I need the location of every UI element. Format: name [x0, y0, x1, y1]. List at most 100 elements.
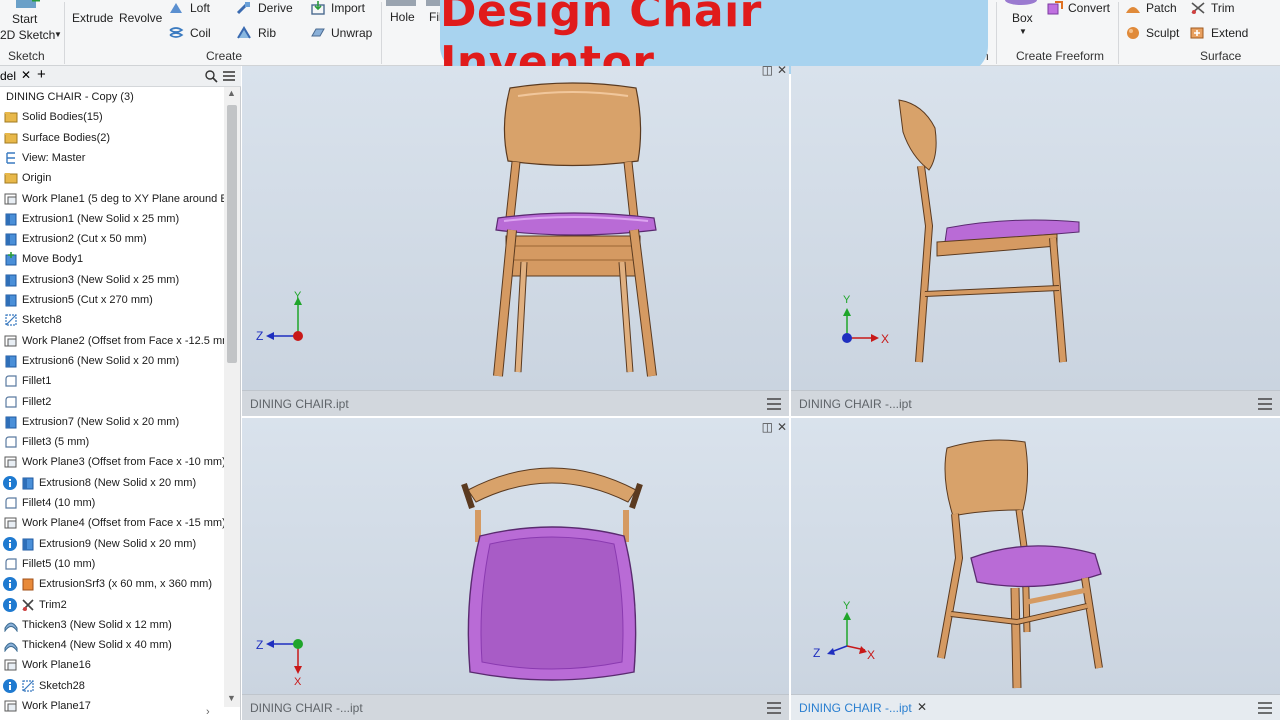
viewport-iso[interactable]: Y X Z DINING CHAIR -...ipt ✕: [791, 418, 1280, 720]
browser-tab-model[interactable]: del: [0, 69, 16, 83]
coil-button[interactable]: Coil: [190, 26, 211, 40]
tree-item-label: Extrusion5 (Cut x 270 mm): [22, 294, 153, 306]
sculpt-icon: [1127, 27, 1139, 39]
close-icon[interactable]: ✕: [917, 700, 927, 714]
tree-item-label: ExtrusionSrf3 (x 60 mm, x 360 mm): [39, 578, 212, 591]
sculpt-button[interactable]: Sculpt: [1146, 26, 1179, 40]
add-tab-icon[interactable]: +: [37, 66, 46, 83]
2d-sketch-button[interactable]: 2D Sketch: [0, 28, 55, 42]
box-button[interactable]: Box: [1012, 11, 1033, 25]
tree-item-label: Extrusion8 (New Solid x 20 mm): [39, 476, 197, 489]
convert-button[interactable]: Convert: [1068, 1, 1110, 15]
import-button[interactable]: Import: [331, 1, 365, 15]
ribbon-separator: [996, 2, 997, 64]
extend-icon: [1190, 27, 1204, 39]
viewport-tab-label[interactable]: DINING CHAIR -...ipt: [799, 701, 912, 715]
sketch-group-label: Sketch: [8, 49, 45, 63]
menu-icon[interactable]: [223, 71, 235, 82]
viewport-top[interactable]: ◫ ✕ Z X DINING CHAIR -...ipt: [242, 418, 789, 720]
tree-item-label: Fillet1: [22, 375, 52, 388]
menu-icon[interactable]: [767, 398, 781, 410]
viewport-tab-label[interactable]: DINING CHAIR -...ipt: [250, 701, 363, 715]
tree-item-label: Extrusion7 (New Solid x 20 mm): [22, 415, 180, 428]
viewport-tab-label[interactable]: DINING CHAIR.ipt: [250, 397, 349, 411]
extrusion-icon: [22, 538, 34, 551]
unwrap-icon: [311, 28, 325, 37]
tree-item-label: Work Plane2 (Offset from Face x -12.5 mm: [22, 334, 224, 347]
tree-item-label: Surface Bodies(2): [22, 131, 111, 144]
chair-front-view: [493, 82, 657, 377]
scroll-right-icon[interactable]: ›: [206, 706, 210, 718]
extrusion-icon: [5, 233, 17, 246]
info-icon[interactable]: [3, 577, 17, 592]
ribbon-separator: [381, 2, 382, 64]
start-sketch-label[interactable]: Start: [12, 12, 37, 26]
workplane-icon: [4, 456, 17, 468]
extend-button[interactable]: Extend: [1211, 26, 1248, 40]
info-icon[interactable]: [3, 597, 17, 612]
tree-item-label: Fillet5 (10 mm): [22, 557, 96, 570]
tree-item-label: Move Body1: [22, 253, 84, 266]
folder-icon: [4, 173, 18, 184]
info-icon[interactable]: [3, 536, 17, 551]
viewport-tab[interactable]: DINING CHAIR -...ipt: [242, 694, 789, 720]
convert-icon: [1047, 1, 1063, 15]
workplane-icon: [4, 700, 17, 712]
workplane-icon: [4, 335, 17, 347]
axis-label-x: X: [867, 648, 876, 662]
chevron-down-icon[interactable]: ▼: [1019, 27, 1027, 36]
loft-button[interactable]: Loft: [190, 1, 210, 15]
create-group-label: Create: [206, 49, 243, 63]
workplane-icon: [4, 517, 17, 529]
hole-button[interactable]: Hole: [390, 10, 415, 24]
viewport-tab[interactable]: DINING CHAIR -...ipt: [791, 390, 1280, 416]
viewport-side[interactable]: Y X DINING CHAIR -...ipt: [791, 66, 1280, 416]
axis-label-y: Y: [843, 600, 851, 612]
derive-button[interactable]: Derive: [258, 1, 293, 15]
tree-item-label: Work Plane3 (Offset from Face x -10 mm): [22, 456, 224, 469]
axis-label-x: X: [881, 332, 890, 346]
create-freeform-group-label: Create Freeform: [1016, 49, 1105, 63]
viewport-tab[interactable]: DINING CHAIR.ipt: [242, 390, 789, 416]
tree-item-label: Thicken4 (New Solid x 40 mm): [22, 639, 172, 652]
viewport-front[interactable]: ◫ ✕ Y Z DINING CHAIR.ipt: [242, 66, 789, 416]
model-tree: DINING CHAIR - Copy (3) Solid Bodies(15) S…: [0, 87, 224, 720]
search-icon[interactable]: [205, 70, 218, 83]
axis-label-x: X: [294, 676, 302, 688]
rib-button[interactable]: Rib: [258, 26, 276, 40]
tree-item-label: Sketch28: [39, 679, 85, 692]
info-icon[interactable]: [3, 475, 17, 490]
folder-icon: [4, 112, 18, 123]
move-icon: [5, 252, 17, 266]
menu-icon[interactable]: [767, 702, 781, 714]
extrusion-icon: [5, 355, 17, 368]
trim-button[interactable]: Trim: [1211, 1, 1235, 15]
fillet-icon: [5, 375, 17, 387]
revolve-button[interactable]: Revolve: [119, 11, 162, 25]
axis-label-z: Z: [256, 638, 264, 652]
tree-item-label: Origin: [22, 172, 52, 185]
info-icon[interactable]: [3, 678, 17, 693]
menu-icon[interactable]: [1258, 398, 1272, 410]
browser-scrollbar[interactable]: ▲ ▼: [224, 87, 240, 707]
axis-label-z: Z: [256, 329, 264, 343]
scroll-thumb[interactable]: [227, 105, 237, 363]
scroll-down-icon[interactable]: ▼: [227, 693, 236, 703]
chevron-down-icon[interactable]: ▼: [54, 30, 62, 39]
tree-item-label: Extrusion6 (New Solid x 20 mm): [22, 354, 180, 367]
extrusion-icon: [5, 294, 17, 307]
close-icon[interactable]: ✕: [21, 68, 31, 82]
ribbon-separator: [64, 2, 65, 64]
viewport-tab-active[interactable]: DINING CHAIR -...ipt ✕: [791, 694, 1280, 720]
patch-button[interactable]: Patch: [1146, 1, 1177, 15]
viewport-tab-label[interactable]: DINING CHAIR -...ipt: [799, 397, 912, 411]
tree-item-label: Trim2: [39, 598, 67, 611]
coil-icon: [169, 27, 184, 38]
scroll-up-icon[interactable]: ▲: [227, 88, 236, 98]
unwrap-button[interactable]: Unwrap: [331, 26, 372, 40]
tree-item-label: View: Master: [22, 151, 86, 164]
extrude-button[interactable]: Extrude: [72, 11, 113, 25]
folder-icon: [4, 132, 18, 144]
menu-icon[interactable]: [1258, 702, 1272, 714]
tree-item-label: Extrusion1 (New Solid x 25 mm): [22, 212, 180, 225]
